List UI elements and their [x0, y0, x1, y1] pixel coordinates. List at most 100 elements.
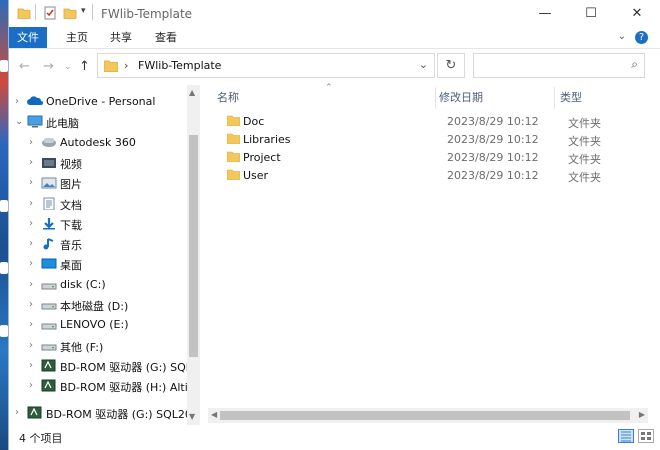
item-count: 4 个项目	[19, 432, 63, 445]
scroll-right-icon[interactable]: ▶	[639, 410, 645, 419]
nav-item[interactable]: › OneDrive - Personal	[9, 92, 189, 112]
nav-item[interactable]: › 音乐	[9, 234, 189, 254]
nav-item[interactable]: › BD-ROM 驱动器 (G:) SQL20	[9, 356, 200, 376]
navigation-bar: ← → ⌄ ↑ › FWlib-Template ⌄ ↻ ⌕	[9, 49, 660, 85]
desktop-icon-fragment	[0, 262, 8, 274]
chevron-right-icon[interactable]: ›	[29, 340, 33, 351]
chevron-right-icon[interactable]: ›	[15, 96, 19, 107]
file-name: Doc	[243, 115, 265, 128]
column-divider[interactable]	[554, 87, 555, 109]
chevron-right-icon[interactable]: ›	[29, 299, 33, 310]
nav-item[interactable]: ⌄ 此电脑	[9, 112, 189, 132]
refresh-button[interactable]: ↻	[437, 53, 465, 78]
nav-item[interactable]: › LENOVO (E:)	[9, 315, 189, 335]
title-bar[interactable]: ▾ FWlib-Template — ☐ ✕	[9, 0, 660, 27]
up-icon[interactable]: ↑	[79, 59, 90, 74]
onedrive-icon	[27, 95, 43, 110]
properties-icon[interactable]	[43, 6, 57, 20]
tab-file[interactable]: 文件	[9, 27, 47, 48]
tab-home[interactable]: 主页	[57, 27, 97, 48]
breadcrumb-path[interactable]: FWlib-Template	[138, 59, 221, 72]
nav-item[interactable]: › 文档	[9, 194, 189, 214]
pictures-icon	[41, 176, 57, 192]
chevron-right-icon[interactable]: ›	[29, 238, 33, 249]
scrollbar-thumb[interactable]	[189, 135, 198, 357]
chevron-right-icon[interactable]: ›	[29, 157, 33, 168]
address-bar[interactable]: › FWlib-Template ⌄	[97, 53, 435, 78]
chevron-down-icon[interactable]: ⌄	[15, 116, 23, 127]
file-row[interactable]: Doc 2023/8/29 10:12 文件夹	[201, 113, 611, 131]
desktop-icon-fragment	[0, 325, 8, 337]
nav-item[interactable]: › 其他 (F:)	[9, 336, 189, 356]
file-type: 文件夹	[568, 153, 601, 166]
forward-icon[interactable]: →	[43, 59, 54, 74]
downloads-icon	[41, 217, 57, 233]
nav-pane-scrollbar[interactable]: ▲ ▼	[187, 85, 200, 425]
chevron-right-icon[interactable]: ›	[29, 218, 33, 229]
help-icon[interactable]: ?	[635, 31, 648, 44]
nav-item-label: disk (C:)	[60, 277, 106, 291]
file-date: 2023/8/29 10:12	[447, 169, 539, 182]
music-icon	[41, 237, 57, 253]
sort-ascending-icon: ⌃	[325, 83, 333, 93]
nav-item[interactable]: › 本地磁盘 (D:)	[9, 295, 189, 315]
nav-item[interactable]: › disk (C:)	[9, 275, 189, 295]
back-icon[interactable]: ←	[19, 59, 30, 74]
file-name: User	[243, 169, 269, 182]
chevron-right-icon[interactable]: ›	[29, 279, 33, 290]
search-icon: ⌕	[631, 57, 638, 71]
nav-item-label: LENOVO (E:)	[60, 318, 129, 332]
nav-item-label: OneDrive - Personal	[46, 95, 156, 108]
details-view-icon[interactable]	[618, 429, 634, 443]
breadcrumb-chevron-icon[interactable]: ›	[124, 59, 128, 72]
file-row[interactable]: Libraries 2023/8/29 10:12 文件夹	[201, 131, 611, 149]
tab-share[interactable]: 共享	[101, 27, 141, 48]
column-header-date[interactable]: 修改日期	[439, 89, 483, 109]
drive-icon	[41, 318, 57, 334]
nav-item[interactable]: › BD-ROM 驱动器 (H:) Altium	[9, 376, 200, 396]
scrollbar-thumb[interactable]	[220, 411, 630, 420]
chevron-right-icon[interactable]: ›	[29, 258, 33, 269]
nav-item[interactable]: › 桌面	[9, 254, 189, 274]
column-header-type[interactable]: 类型	[560, 89, 582, 109]
column-header-name[interactable]: 名称	[217, 89, 239, 109]
new-folder-icon[interactable]	[63, 6, 77, 20]
file-name: Project	[243, 151, 281, 164]
nav-item-label: 视频	[60, 157, 82, 171]
chevron-right-icon[interactable]: ›	[15, 407, 19, 418]
close-button[interactable]: ✕	[614, 0, 660, 27]
folder-icon	[104, 60, 118, 72]
chevron-right-icon[interactable]: ›	[29, 380, 33, 391]
chevron-right-icon[interactable]: ›	[29, 177, 33, 188]
maximize-button[interactable]: ☐	[568, 0, 614, 27]
nav-item[interactable]: › Autodesk 360	[9, 133, 189, 153]
nav-item[interactable]: › 下载	[9, 214, 189, 234]
column-divider[interactable]	[435, 87, 436, 109]
nav-item[interactable]: › 图片	[9, 173, 189, 193]
file-row[interactable]: User 2023/8/29 10:12 文件夹	[201, 167, 611, 185]
search-input[interactable]: ⌕	[473, 53, 645, 78]
large-icons-view-icon[interactable]	[638, 429, 654, 443]
file-list-horizontal-scrollbar[interactable]: ◀ ▶	[208, 408, 648, 423]
scroll-down-icon[interactable]: ▼	[189, 412, 195, 421]
collapse-ribbon-icon[interactable]: ⌄	[618, 31, 626, 42]
chevron-right-icon[interactable]: ›	[29, 137, 33, 148]
scroll-up-icon[interactable]: ▲	[189, 88, 195, 97]
documents-icon	[41, 197, 57, 213]
chevron-right-icon[interactable]: ›	[29, 198, 33, 209]
recent-locations-icon[interactable]: ⌄	[64, 62, 72, 72]
quick-access-dropdown-icon[interactable]: ▾	[81, 6, 86, 16]
nav-item[interactable]: › 视频	[9, 153, 189, 173]
file-date: 2023/8/29 10:12	[447, 151, 539, 164]
chevron-right-icon[interactable]: ›	[29, 319, 33, 330]
nav-item[interactable]: › BD-ROM 驱动器 (G:) SQL201	[9, 403, 199, 423]
scroll-left-icon[interactable]: ◀	[211, 410, 217, 419]
file-row[interactable]: Project 2023/8/29 10:12 文件夹	[201, 149, 611, 167]
minimize-button[interactable]: —	[522, 0, 568, 27]
file-name: Libraries	[243, 133, 291, 146]
chevron-right-icon[interactable]: ›	[29, 360, 33, 371]
divider	[35, 4, 36, 20]
chevron-down-icon[interactable]: ⌄	[419, 58, 428, 71]
tab-view[interactable]: 查看	[146, 27, 186, 48]
nav-item-label: BD-ROM 驱动器 (G:) SQL20	[60, 360, 200, 374]
